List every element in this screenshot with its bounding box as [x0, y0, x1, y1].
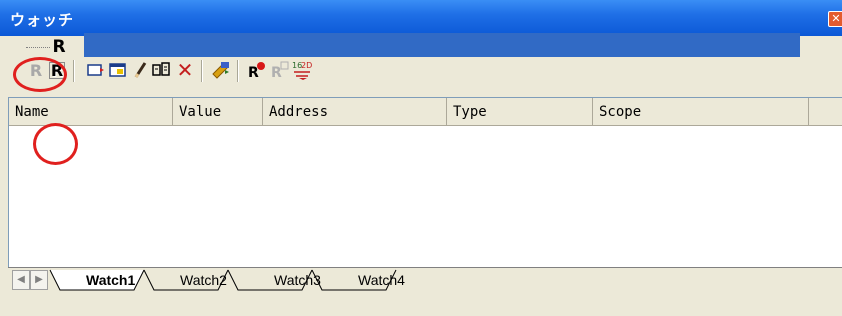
column-header-name[interactable]: Name — [9, 98, 173, 126]
highlight-circle-row — [33, 123, 78, 165]
tab-scroll-left-icon[interactable]: ◀ — [12, 270, 30, 290]
edit-value-icon[interactable] — [108, 60, 128, 80]
cell-name: result — [85, 135, 138, 151]
break-register-icon[interactable]: R — [247, 60, 267, 80]
toolbar-separator — [73, 60, 74, 82]
edit-value-svg — [109, 63, 126, 77]
column-header-type[interactable]: Type — [447, 98, 593, 126]
find-icon[interactable] — [152, 60, 172, 80]
delete-glyph: ✕ — [176, 58, 194, 82]
highlight-circle — [13, 57, 67, 92]
register-variable-icon: R — [52, 37, 66, 57]
add-watch-icon[interactable] — [86, 60, 106, 80]
toolbar-separator — [237, 60, 238, 82]
cell-address: { 00001020 } — [277, 135, 382, 151]
cell-value: H'93b1 — [185, 135, 238, 151]
close-button[interactable]: ✕ — [828, 11, 842, 27]
pencil-icon[interactable] — [130, 60, 150, 80]
status-area — [0, 296, 842, 316]
column-header-scope[interactable]: Scope — [593, 98, 809, 126]
tab-watch3[interactable]: Watch3 — [274, 270, 321, 290]
break-register-disabled-icon[interactable]: R — [270, 60, 290, 80]
watch-window: ウォッチ ✕ R R ✕ R R 16 2D Name Value Addres… — [0, 0, 842, 316]
cell-scope: [Current Scope] — [599, 135, 730, 151]
refresh-svg — [212, 62, 229, 79]
svg-text:R: R — [271, 65, 282, 80]
delete-icon[interactable]: ✕ — [175, 58, 195, 82]
tab-watch2[interactable]: Watch2 — [180, 270, 227, 290]
column-header-address[interactable]: Address — [263, 98, 447, 126]
cell-type: (uint16_t) — [453, 135, 541, 151]
break-register-disabled-svg: R — [271, 61, 289, 80]
break-register-svg: R — [248, 62, 265, 80]
tab-watch4[interactable]: Watch4 — [358, 270, 405, 290]
tab-watch1[interactable]: Watch1 — [86, 270, 135, 290]
radix-svg: 16 2D — [292, 61, 312, 80]
title-bar[interactable]: ウォッチ ✕ — [0, 0, 842, 36]
add-watch-svg — [87, 64, 104, 76]
column-header-filler — [809, 98, 842, 126]
table-row[interactable] — [84, 33, 800, 57]
refresh-icon[interactable] — [211, 60, 231, 80]
window-title: ウォッチ — [10, 11, 75, 29]
pencil-svg — [134, 62, 147, 78]
radix-icon[interactable]: 16 2D — [290, 60, 316, 80]
watch-grid: Name Value Address Type Scope — [8, 97, 842, 268]
svg-text:2D: 2D — [301, 61, 312, 70]
tab-scroll-right-icon[interactable]: ▶ — [30, 270, 48, 290]
column-header-value[interactable]: Value — [173, 98, 263, 126]
find-svg — [152, 62, 170, 76]
toolbar-separator — [201, 60, 202, 82]
tree-line — [26, 47, 50, 48]
